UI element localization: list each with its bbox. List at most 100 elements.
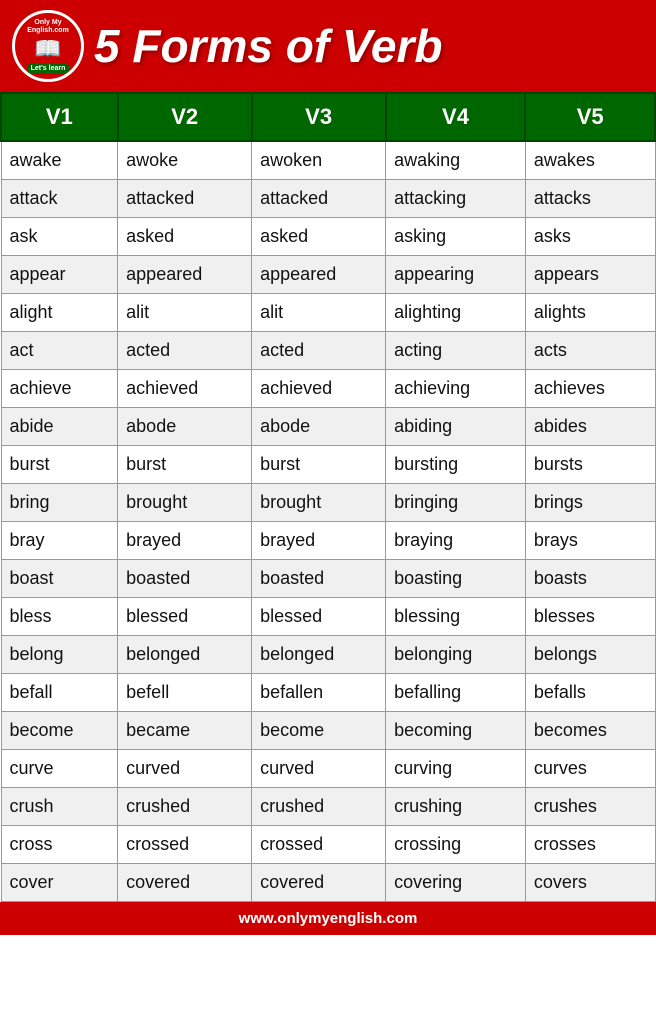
table-cell: brings: [525, 484, 655, 522]
table-cell: achieving: [386, 370, 526, 408]
table-cell: asked: [252, 218, 386, 256]
table-cell: achieves: [525, 370, 655, 408]
table-cell: brayed: [118, 522, 252, 560]
table-cell: boasting: [386, 560, 526, 598]
table-cell: burst: [118, 446, 252, 484]
table-cell: blessed: [252, 598, 386, 636]
table-cell: befalling: [386, 674, 526, 712]
table-cell: attacked: [118, 180, 252, 218]
table-cell: becomes: [525, 712, 655, 750]
table-cell: alights: [525, 294, 655, 332]
table-cell: abode: [118, 408, 252, 446]
col-v3: V3: [252, 93, 386, 141]
table-cell: covered: [118, 864, 252, 902]
table-cell: attack: [1, 180, 118, 218]
table-cell: achieved: [252, 370, 386, 408]
table-cell: belong: [1, 636, 118, 674]
table-cell: covers: [525, 864, 655, 902]
table-cell: boast: [1, 560, 118, 598]
table-cell: attacking: [386, 180, 526, 218]
table-cell: achieved: [118, 370, 252, 408]
table-cell: boasts: [525, 560, 655, 598]
table-cell: curves: [525, 750, 655, 788]
table-cell: befall: [1, 674, 118, 712]
table-cell: alit: [252, 294, 386, 332]
logo-book-icon: 📖: [34, 36, 61, 62]
table-row: becomebecamebecomebecomingbecomes: [1, 712, 655, 750]
table-cell: burst: [1, 446, 118, 484]
table-row: alightalitalitalightingalights: [1, 294, 655, 332]
table-row: befallbefellbefallenbefallingbefalls: [1, 674, 655, 712]
table-cell: appearing: [386, 256, 526, 294]
table-cell: alighting: [386, 294, 526, 332]
table-cell: appear: [1, 256, 118, 294]
table-body: awakeawokeawokenawakingawakesattackattac…: [1, 141, 655, 902]
table-cell: crushed: [118, 788, 252, 826]
table-cell: alit: [118, 294, 252, 332]
page-footer: www.onlymyenglish.com: [0, 902, 656, 935]
table-cell: bring: [1, 484, 118, 522]
table-cell: curved: [118, 750, 252, 788]
table-cell: bursts: [525, 446, 655, 484]
col-v5: V5: [525, 93, 655, 141]
table-cell: awaking: [386, 141, 526, 180]
table-cell: belonged: [252, 636, 386, 674]
table-cell: boasted: [118, 560, 252, 598]
table-cell: achieve: [1, 370, 118, 408]
table-cell: covered: [252, 864, 386, 902]
table-cell: brays: [525, 522, 655, 560]
table-row: blessblessedblessedblessingblesses: [1, 598, 655, 636]
table-cell: curving: [386, 750, 526, 788]
table-cell: awake: [1, 141, 118, 180]
table-cell: awoken: [252, 141, 386, 180]
verb-table-container: V1 V2 V3 V4 V5 awakeawokeawokenawakingaw…: [0, 92, 656, 902]
table-cell: act: [1, 332, 118, 370]
table-cell: becoming: [386, 712, 526, 750]
table-cell: crushing: [386, 788, 526, 826]
table-cell: covering: [386, 864, 526, 902]
col-v4: V4: [386, 93, 526, 141]
page-header: Only My English.com 📖 Let's learn 5 Form…: [0, 0, 656, 92]
table-cell: befallen: [252, 674, 386, 712]
table-row: abideabodeabodeabidingabides: [1, 408, 655, 446]
table-cell: become: [252, 712, 386, 750]
verb-table: V1 V2 V3 V4 V5 awakeawokeawokenawakingaw…: [0, 92, 656, 902]
table-cell: bray: [1, 522, 118, 560]
table-cell: cover: [1, 864, 118, 902]
table-row: achieveachievedachievedachievingachieves: [1, 370, 655, 408]
table-cell: awakes: [525, 141, 655, 180]
table-cell: brought: [118, 484, 252, 522]
table-cell: alight: [1, 294, 118, 332]
table-row: belongbelongedbelongedbelongingbelongs: [1, 636, 655, 674]
table-cell: abide: [1, 408, 118, 446]
table-row: attackattackedattackedattackingattacks: [1, 180, 655, 218]
table-cell: attacks: [525, 180, 655, 218]
table-cell: cross: [1, 826, 118, 864]
table-cell: crosses: [525, 826, 655, 864]
table-cell: crossing: [386, 826, 526, 864]
table-cell: became: [118, 712, 252, 750]
table-cell: appeared: [118, 256, 252, 294]
table-cell: become: [1, 712, 118, 750]
table-cell: bringing: [386, 484, 526, 522]
table-cell: bursting: [386, 446, 526, 484]
table-cell: befell: [118, 674, 252, 712]
table-cell: belongs: [525, 636, 655, 674]
table-cell: abides: [525, 408, 655, 446]
table-cell: burst: [252, 446, 386, 484]
table-cell: brayed: [252, 522, 386, 560]
table-cell: boasted: [252, 560, 386, 598]
table-row: boastboastedboastedboastingboasts: [1, 560, 655, 598]
table-cell: acted: [252, 332, 386, 370]
table-cell: belonging: [386, 636, 526, 674]
table-cell: curved: [252, 750, 386, 788]
table-cell: brought: [252, 484, 386, 522]
table-row: awakeawokeawokenawakingawakes: [1, 141, 655, 180]
table-cell: blessed: [118, 598, 252, 636]
table-header: V1 V2 V3 V4 V5: [1, 93, 655, 141]
logo: Only My English.com 📖 Let's learn: [12, 10, 84, 82]
table-cell: blessing: [386, 598, 526, 636]
table-cell: blesses: [525, 598, 655, 636]
table-cell: awoke: [118, 141, 252, 180]
table-cell: crossed: [252, 826, 386, 864]
